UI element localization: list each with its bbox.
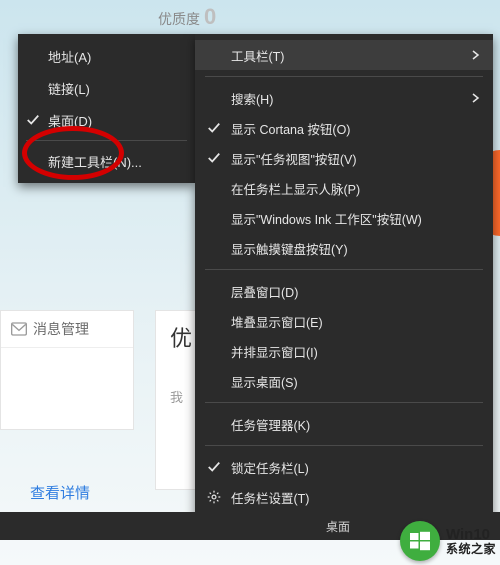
menu-item-label: 显示 Cortana 按钮(O) [231,119,350,138]
gear-icon [207,490,221,504]
menu-item-cascade[interactable]: 层叠窗口(D) [195,276,493,306]
chevron-right-icon [471,50,481,60]
menu-item-label: 任务管理器(K) [231,415,310,434]
menu-item-label: 在任务栏上显示人脉(P) [231,179,360,198]
chevron-right-icon [471,93,481,103]
menu-item-label: 并排显示窗口(I) [231,342,318,361]
menu-item-label: 搜索(H) [231,89,273,108]
view-details-link[interactable]: 查看详情 [30,482,90,503]
menu-item-label: 显示"Windows Ink 工作区"按钮(W) [231,209,422,228]
menu-item-taskbar-settings[interactable]: 任务栏设置(T) [195,482,493,512]
submenu-item-label: 新建工具栏(N)... [48,152,142,171]
menu-item-stack[interactable]: 堆叠显示窗口(E) [195,306,493,336]
submenu-item-new-toolbar[interactable]: 新建工具栏(N)... [18,145,195,177]
menu-item-label: 显示"任务视图"按钮(V) [231,149,357,168]
menu-item-show-ink[interactable]: 显示"Windows Ink 工作区"按钮(W) [195,203,493,233]
message-panel-title: 消息管理 [33,319,89,339]
menu-item-sidebyside[interactable]: 并排显示窗口(I) [195,336,493,366]
taskbar-item-desktop[interactable]: 桌面 [326,518,350,535]
submenu-item-links[interactable]: 链接(L) [18,72,195,104]
menu-item-label: 层叠窗口(D) [231,282,298,301]
toolbar-submenu: 地址(A) 链接(L) 桌面(D) 新建工具栏(N)... [18,34,195,183]
menu-item-lock-taskbar[interactable]: 锁定任务栏(L) [195,452,493,482]
menu-separator [205,445,483,446]
check-icon [26,113,40,127]
submenu-item-label: 链接(L) [48,79,90,98]
menu-item-label: 堆叠显示窗口(E) [231,312,323,331]
menu-item-show-desktop[interactable]: 显示桌面(S) [195,366,493,396]
submenu-item-address[interactable]: 地址(A) [18,40,195,72]
submenu-item-desktop[interactable]: 桌面(D) [18,104,195,136]
message-panel-header[interactable]: 消息管理 [1,311,133,348]
envelope-icon [11,322,27,336]
check-icon [207,121,221,135]
menu-item-label: 任务栏设置(T) [231,488,309,507]
submenu-item-label: 地址(A) [48,47,91,66]
watermark-badge [400,521,440,561]
check-icon [207,460,221,474]
menu-separator [205,76,483,77]
check-icon [207,151,221,165]
menu-item-show-touchkbd[interactable]: 显示触摸键盘按钮(Y) [195,233,493,263]
menu-separator [26,140,187,141]
menu-separator [205,269,483,270]
menu-item-task-manager[interactable]: 任务管理器(K) [195,409,493,439]
message-panel: 消息管理 [0,310,134,430]
taskbar-context-menu: 工具栏(T) 搜索(H) 显示 Cortana 按钮(O) 显示"任务视图"按钮… [195,34,493,520]
menu-item-show-people[interactable]: 在任务栏上显示人脉(P) [195,173,493,203]
menu-separator [205,402,483,403]
menu-item-search[interactable]: 搜索(H) [195,83,493,113]
menu-item-label: 锁定任务栏(L) [231,458,309,477]
menu-item-label: 显示触摸键盘按钮(Y) [231,239,348,258]
menu-item-show-taskview[interactable]: 显示"任务视图"按钮(V) [195,143,493,173]
quality-label: 优质度0 [158,4,216,30]
site-watermark: Win10 系统之家 [400,517,500,565]
submenu-item-label: 桌面(D) [48,111,92,130]
menu-item-show-cortana[interactable]: 显示 Cortana 按钮(O) [195,113,493,143]
menu-item-toolbars[interactable]: 工具栏(T) [195,40,493,70]
menu-item-label: 显示桌面(S) [231,372,298,391]
windows-logo-icon [410,531,430,551]
watermark-text: Win10 系统之家 [446,527,496,555]
menu-item-label: 工具栏(T) [231,46,284,65]
